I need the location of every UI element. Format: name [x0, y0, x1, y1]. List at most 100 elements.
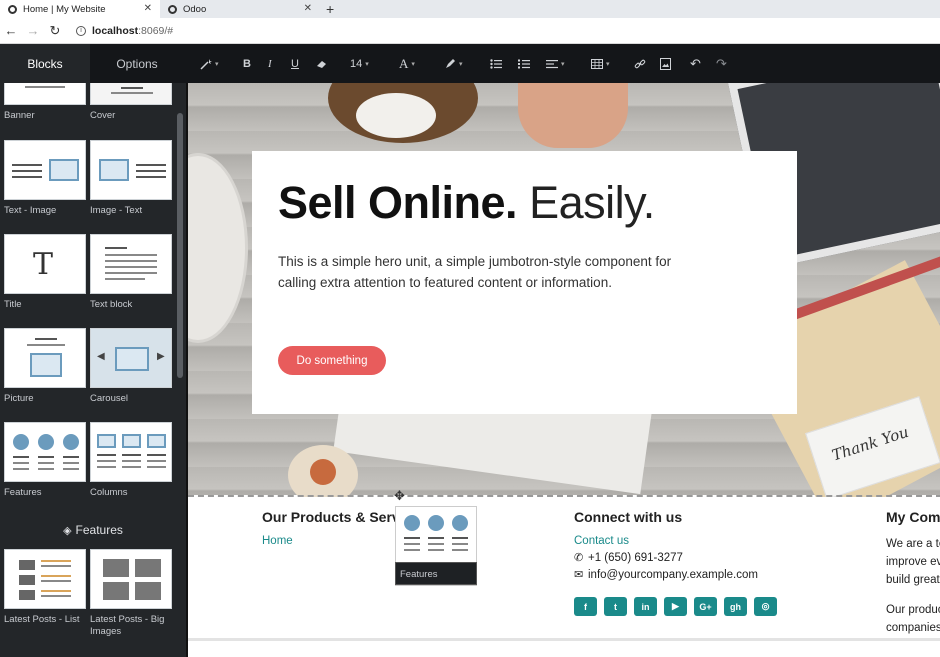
title-glyph-icon: T	[33, 247, 54, 282]
sidebar-scroll-thumb[interactable]	[177, 113, 183, 378]
envelope-icon: ✉	[574, 569, 584, 581]
footer-about-line: We are a te	[886, 538, 940, 550]
magic-wand-icon[interactable]: ▾	[200, 56, 219, 72]
snippet-label: Cover	[90, 110, 116, 121]
snippet-label: Text block	[90, 299, 133, 310]
snippet-thumbnail	[4, 140, 86, 200]
footer-about-line: improve ev	[886, 556, 940, 568]
caret-icon: ▾	[459, 61, 463, 68]
twitter-icon[interactable]: t	[604, 597, 627, 616]
table-icon[interactable]: ▾	[591, 56, 610, 72]
url-field[interactable]: i localhost:8069/#	[76, 25, 173, 37]
image-icon[interactable]	[660, 56, 671, 72]
hero-title-strong[interactable]: Sell Online.	[278, 177, 518, 228]
link-icon[interactable]	[634, 56, 646, 72]
snippet-thumbnail	[90, 549, 172, 609]
tab-options[interactable]: Options	[92, 44, 182, 83]
snippet-text-block[interactable]: Text block	[90, 234, 172, 311]
linkedin-icon[interactable]: in	[634, 597, 657, 616]
forward-icon[interactable]: →	[22, 23, 44, 38]
snippet-thumbnail	[90, 83, 172, 105]
bullet-list-icon[interactable]	[490, 56, 502, 72]
tab-title: Odoo	[183, 3, 207, 15]
reload-icon[interactable]: ↻	[44, 23, 66, 39]
font-size-value: 14	[350, 58, 363, 70]
footer-link-home[interactable]: Home	[262, 535, 400, 547]
snippet-image-text[interactable]: Image - Text	[90, 140, 172, 217]
footer-email-text[interactable]: info@yourcompany.example.com	[588, 569, 758, 581]
align-icon[interactable]: ▾	[546, 56, 565, 72]
url-host: localhost	[92, 24, 139, 37]
jumbotron-card: Sell Online. Easily. This is a simple he…	[252, 151, 797, 414]
bold-icon[interactable]: B	[243, 56, 251, 72]
browser-tab-odoo[interactable]: Odoo ✕	[160, 0, 320, 18]
hero-lead-text[interactable]: This is a simple hero unit, a simple jum…	[278, 251, 698, 293]
editor-toolbar: Blocks Options ▾ B I U 14 ▾ A ▾ ▾ ▾ ▾ ↶ ↷	[0, 44, 940, 83]
snippet-label: Latest Posts - Big Images	[90, 614, 165, 637]
new-tab-button[interactable]: +	[326, 1, 334, 17]
website-page: Thank You Sell Online. Easily. This is a…	[186, 83, 940, 657]
footer-about-spacer	[886, 589, 940, 601]
snippet-picture[interactable]: Picture	[4, 328, 86, 405]
snippet-thumbnail	[90, 422, 172, 482]
dragged-snippet-label: Features	[395, 562, 477, 585]
footer-heading: My Comp	[886, 509, 940, 525]
browser-tab-bar: Home | My Website ✕ Odoo ✕ +	[0, 0, 940, 18]
font-size-select[interactable]: 14 ▾	[350, 56, 369, 72]
hero-background-plate	[188, 153, 248, 343]
snippet-title[interactable]: T Title	[4, 234, 86, 311]
hero-title-light[interactable]: Easily.	[529, 177, 655, 228]
phone-icon: ✆	[574, 552, 584, 564]
eraser-icon[interactable]	[316, 56, 328, 72]
snippet-thumbnail	[4, 83, 86, 105]
snippet-thumbnail: ◀ ▶	[90, 328, 172, 388]
footer-phone: ✆ +1 (650) 691-3277	[574, 551, 784, 565]
underline-icon[interactable]: U	[291, 56, 299, 72]
numbered-list-icon[interactable]	[518, 56, 530, 72]
snippet-label: Picture	[4, 393, 34, 404]
instagram-icon[interactable]: ◎	[754, 597, 777, 616]
tab-blocks[interactable]: Blocks	[0, 44, 90, 83]
snippet-latest-posts-big-images[interactable]: Latest Posts - Big Images	[90, 549, 172, 638]
snippet-banner[interactable]: Banner	[4, 83, 86, 122]
redo-icon[interactable]: ↷	[716, 56, 727, 72]
close-tab-icon[interactable]: ✕	[144, 3, 152, 14]
font-color-icon[interactable]: A ▾	[399, 56, 415, 72]
highlight-icon[interactable]: ▾	[444, 56, 463, 72]
snippet-cover[interactable]: Cover	[90, 83, 172, 122]
snippet-latest-posts-list[interactable]: Latest Posts - List	[4, 549, 86, 626]
footer-about-line: Our produc	[886, 604, 940, 616]
carousel-next-icon: ▶	[157, 351, 165, 362]
snippet-label: Image - Text	[90, 205, 143, 216]
hero-title[interactable]: Sell Online. Easily.	[278, 177, 655, 229]
snippet-thumbnail: T	[4, 234, 86, 294]
footer-phone-text: +1 (650) 691-3277	[588, 551, 683, 564]
facebook-icon[interactable]: f	[574, 597, 597, 616]
youtube-icon[interactable]: ▶	[664, 597, 687, 616]
snippet-label: Carousel	[90, 393, 129, 404]
italic-icon[interactable]: I	[268, 56, 272, 72]
snippet-thumbnail	[4, 549, 86, 609]
footer-column-company: My Comp We are a te improve ev build gre…	[886, 509, 940, 637]
snippet-text-image[interactable]: Text - Image	[4, 140, 86, 217]
caret-icon: ▾	[215, 61, 219, 68]
site-info-icon[interactable]: i	[76, 25, 86, 36]
github-icon[interactable]: gh	[724, 597, 747, 616]
footer-column-products: Our Products & Serv Home	[262, 509, 400, 547]
undo-icon[interactable]: ↶	[690, 56, 701, 72]
move-cursor-icon: ✥	[394, 488, 405, 503]
snippet-carousel[interactable]: ◀ ▶ Carousel	[90, 328, 172, 405]
hero-background-cup-inner	[356, 93, 436, 138]
close-tab-icon[interactable]: ✕	[304, 3, 312, 14]
snippet-columns[interactable]: Columns	[90, 422, 172, 499]
url-path: :8069/#	[138, 24, 174, 37]
hero-section[interactable]: Thank You Sell Online. Easily. This is a…	[188, 83, 940, 526]
snippet-features[interactable]: Features	[4, 422, 86, 499]
snippet-label: Features	[4, 487, 42, 498]
back-icon[interactable]: ←	[0, 23, 22, 38]
do-something-button[interactable]: Do something	[278, 346, 386, 375]
browser-tab-home[interactable]: Home | My Website ✕	[0, 0, 160, 18]
snippet-thumbnail	[4, 422, 86, 482]
footer-link-contact[interactable]: Contact us	[574, 535, 784, 547]
google-plus-icon[interactable]: G+	[694, 597, 717, 616]
